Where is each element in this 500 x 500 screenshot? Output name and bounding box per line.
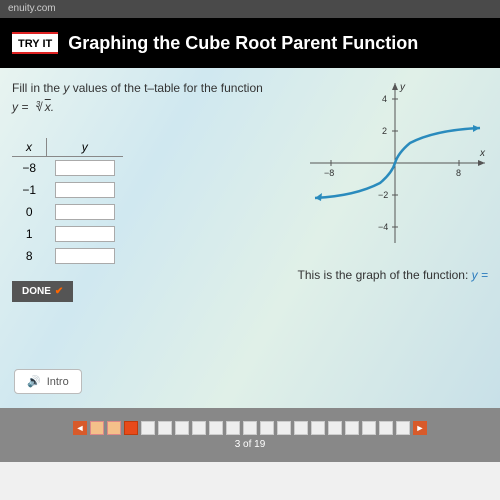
- pager-box-8[interactable]: [209, 421, 223, 435]
- pager-box-17[interactable]: [362, 421, 376, 435]
- done-button[interactable]: DONE ✔: [12, 281, 73, 302]
- svg-text:2: 2: [382, 126, 387, 136]
- browser-url-bar: enuity.com: [0, 0, 500, 18]
- pager-box-9[interactable]: [226, 421, 240, 435]
- intro-button[interactable]: 🔊 Intro: [14, 369, 82, 394]
- pager-box-12[interactable]: [277, 421, 291, 435]
- col-header-y: y: [47, 138, 123, 157]
- y-input-2[interactable]: [55, 204, 115, 220]
- pager-box-10[interactable]: [243, 421, 257, 435]
- pager-box-3[interactable]: [124, 421, 138, 435]
- pager-box-14[interactable]: [311, 421, 325, 435]
- formula: y = 3√x.: [12, 99, 272, 116]
- next-button[interactable]: ►: [413, 421, 427, 435]
- y-input-0[interactable]: [55, 160, 115, 176]
- svg-text:−8: −8: [324, 168, 334, 178]
- y-input-4[interactable]: [55, 248, 115, 264]
- prev-button[interactable]: ◄: [73, 421, 87, 435]
- table-row: 8: [12, 245, 123, 267]
- table-row: 0: [12, 201, 123, 223]
- pager: ◄ ►: [73, 421, 427, 435]
- pager-box-19[interactable]: [396, 421, 410, 435]
- page-title: Graphing the Cube Root Parent Function: [68, 33, 418, 54]
- pager-box-11[interactable]: [260, 421, 274, 435]
- page-indicator: 3 of 19: [235, 439, 266, 450]
- lesson-footer: ◄ ► 3 of 19: [0, 408, 500, 462]
- audio-icon: 🔊: [27, 375, 41, 388]
- pager-box-15[interactable]: [328, 421, 342, 435]
- pager-box-18[interactable]: [379, 421, 393, 435]
- pager-box-7[interactable]: [192, 421, 206, 435]
- check-icon: ✔: [55, 286, 63, 297]
- tryit-badge: TRY IT: [12, 32, 58, 54]
- y-input-1[interactable]: [55, 182, 115, 198]
- pager-box-13[interactable]: [294, 421, 308, 435]
- table-row: −8: [12, 156, 123, 179]
- svg-text:x: x: [479, 148, 486, 159]
- content-area: Fill in the y values of the t–table for …: [0, 68, 500, 408]
- svg-text:4: 4: [382, 94, 387, 104]
- svg-text:y: y: [399, 82, 406, 93]
- pager-box-6[interactable]: [175, 421, 189, 435]
- url-text: enuity.com: [8, 3, 56, 14]
- graph-caption: This is the graph of the function: y =: [298, 268, 488, 282]
- svg-text:8: 8: [456, 168, 461, 178]
- y-input-3[interactable]: [55, 226, 115, 242]
- table-row: −1: [12, 179, 123, 201]
- pager-box-16[interactable]: [345, 421, 359, 435]
- pager-box-5[interactable]: [158, 421, 172, 435]
- svg-text:−4: −4: [378, 222, 388, 232]
- instruction-text: Fill in the y values of the t–table for …: [12, 80, 272, 116]
- pager-box-1[interactable]: [90, 421, 104, 435]
- pager-box-4[interactable]: [141, 421, 155, 435]
- table-row: 1: [12, 223, 123, 245]
- lesson-header: TRY IT Graphing the Cube Root Parent Fun…: [0, 18, 500, 68]
- t-table: x y −8 −1 0 1 8: [12, 138, 123, 267]
- function-graph: y x −8 8 2 4 −2 −4: [300, 78, 490, 248]
- svg-text:−2: −2: [378, 190, 388, 200]
- col-header-x: x: [12, 138, 47, 157]
- pager-box-2[interactable]: [107, 421, 121, 435]
